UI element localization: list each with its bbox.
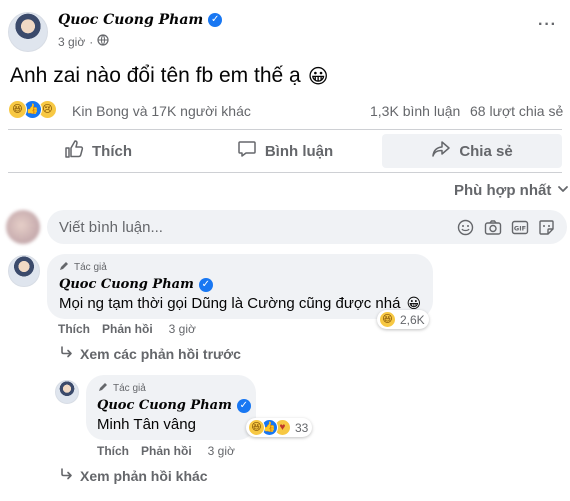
- like-label: Thích: [92, 142, 132, 160]
- chevron-down-icon: [557, 182, 569, 199]
- view-more-replies[interactable]: Xem phản hồi khác: [60, 467, 208, 484]
- sort-label: Phù hợp nhất: [454, 182, 552, 199]
- author-tag: Tác giả: [98, 382, 146, 395]
- reply-time[interactable]: 3 giờ: [208, 444, 235, 458]
- post-author-name[interactable]: Quoc Cuong Pham: [58, 12, 203, 28]
- pencil-icon: [98, 382, 110, 395]
- divider-bottom: [8, 172, 562, 173]
- post-author-avatar[interactable]: [8, 12, 48, 52]
- viewer-avatar: [6, 210, 40, 244]
- post-text-content: Anh zai nào đổi tên fb em thế ạ: [10, 64, 301, 87]
- reply-text: Minh Tân vâng: [97, 416, 196, 433]
- comment-like-link[interactable]: Thích: [58, 322, 90, 336]
- reply-reply-link[interactable]: Phản hồi: [141, 444, 192, 458]
- globe-icon: [97, 34, 109, 49]
- gif-icon[interactable]: GIF: [511, 219, 529, 241]
- comment-author-name[interactable]: Quoc Cuong Pham: [59, 277, 194, 292]
- reply-author-row: Quoc Cuong Pham ✓: [97, 398, 251, 413]
- reply-arrow-icon: [60, 467, 74, 484]
- share-button[interactable]: Chia sẻ: [382, 134, 562, 168]
- reply-reaction-count: 33: [295, 420, 309, 435]
- post-meta: 3 giờ ·: [58, 34, 109, 49]
- meta-separator: ·: [89, 34, 94, 49]
- reply-bubble: Tác giả Quoc Cuong Pham ✓ Minh Tân vâng: [86, 375, 256, 440]
- verified-badge-icon: ✓: [236, 398, 251, 413]
- comment-author-avatar[interactable]: [8, 255, 40, 287]
- comment-composer[interactable]: Viết bình luận... GIF: [47, 210, 567, 244]
- author-tag-label: Tác giả: [74, 262, 107, 273]
- laugh-icon: 😆: [248, 419, 265, 436]
- comment-reply-link[interactable]: Phản hồi: [102, 322, 153, 336]
- sort-dropdown[interactable]: Phù hợp nhất: [454, 182, 569, 199]
- comment-button[interactable]: Bình luận: [195, 134, 375, 168]
- comment-time[interactable]: 3 giờ: [169, 322, 196, 336]
- reply-arrow-icon: [60, 345, 74, 362]
- comment-label: Bình luận: [264, 142, 334, 160]
- post-author-row: Quoc Cuong Pham ✓: [58, 12, 223, 28]
- reply-author-avatar[interactable]: [55, 380, 79, 404]
- view-previous-replies-label: Xem các phản hồi trước: [80, 345, 241, 362]
- author-tag: Tác giả: [59, 261, 107, 274]
- verified-badge-icon: ✓: [198, 277, 213, 292]
- composer-placeholder: Viết bình luận...: [59, 219, 163, 236]
- comment-bubble: Tác giả Quoc Cuong Pham ✓ Mọi ng tạm thờ…: [47, 254, 433, 319]
- sticker-icon[interactable]: [538, 219, 555, 241]
- share-arrow-icon: [431, 139, 451, 163]
- reply-reaction-pill[interactable]: 😆 👍 ♥ 33: [246, 418, 313, 437]
- comment-author-row: Quoc Cuong Pham ✓: [59, 277, 213, 292]
- reply-author-name[interactable]: Quoc Cuong Pham: [97, 398, 232, 413]
- comments-count[interactable]: 1,3K bình luận: [370, 103, 460, 119]
- post-menu-button[interactable]: ···: [538, 16, 557, 34]
- like-button[interactable]: Thích: [8, 134, 188, 168]
- pencil-icon: [59, 261, 71, 274]
- view-previous-replies[interactable]: Xem các phản hồi trước: [60, 345, 241, 362]
- smiley-icon[interactable]: [457, 219, 474, 241]
- reply-reaction-icons: 😆 👍 ♥: [248, 419, 291, 436]
- camera-icon[interactable]: [484, 219, 502, 241]
- divider-top: [8, 129, 562, 130]
- view-more-replies-label: Xem phản hồi khác: [80, 467, 208, 484]
- svg-text:GIF: GIF: [514, 225, 526, 233]
- speech-bubble-icon: [237, 139, 257, 163]
- comment-text-content: Mọi ng tạm thời gọi Dũng là Cường cũng đ…: [59, 295, 401, 312]
- laugh-icon: 😆: [8, 100, 27, 119]
- comment-reaction-pill[interactable]: 😆 2,6K: [377, 310, 429, 329]
- reply-like-link[interactable]: Thích: [97, 444, 129, 458]
- reply-actions: Thích Phản hồi 3 giờ: [97, 444, 235, 458]
- laugh-icon: 😆: [379, 311, 396, 328]
- grinning-emoji-icon: 😀: [307, 64, 329, 88]
- share-label: Chia sẻ: [459, 142, 513, 160]
- reactions-summary[interactable]: Kin Bong và 17K người khác: [72, 103, 251, 119]
- author-tag-label: Tác giả: [113, 383, 146, 394]
- comment-text: Mọi ng tạm thời gọi Dũng là Cường cũng đ…: [59, 295, 421, 312]
- shares-count[interactable]: 68 lượt chia sẻ: [470, 103, 563, 119]
- post-time[interactable]: 3 giờ: [58, 35, 85, 49]
- thumbs-up-icon: [64, 139, 84, 163]
- reaction-icons[interactable]: 😆 👍 😢: [8, 100, 57, 119]
- comment-actions: Thích Phản hồi 3 giờ: [58, 322, 196, 336]
- post-text: Anh zai nào đổi tên fb em thế ạ 😀: [10, 64, 329, 88]
- verified-badge-icon: ✓: [208, 13, 223, 27]
- comment-reaction-count: 2,6K: [400, 312, 425, 327]
